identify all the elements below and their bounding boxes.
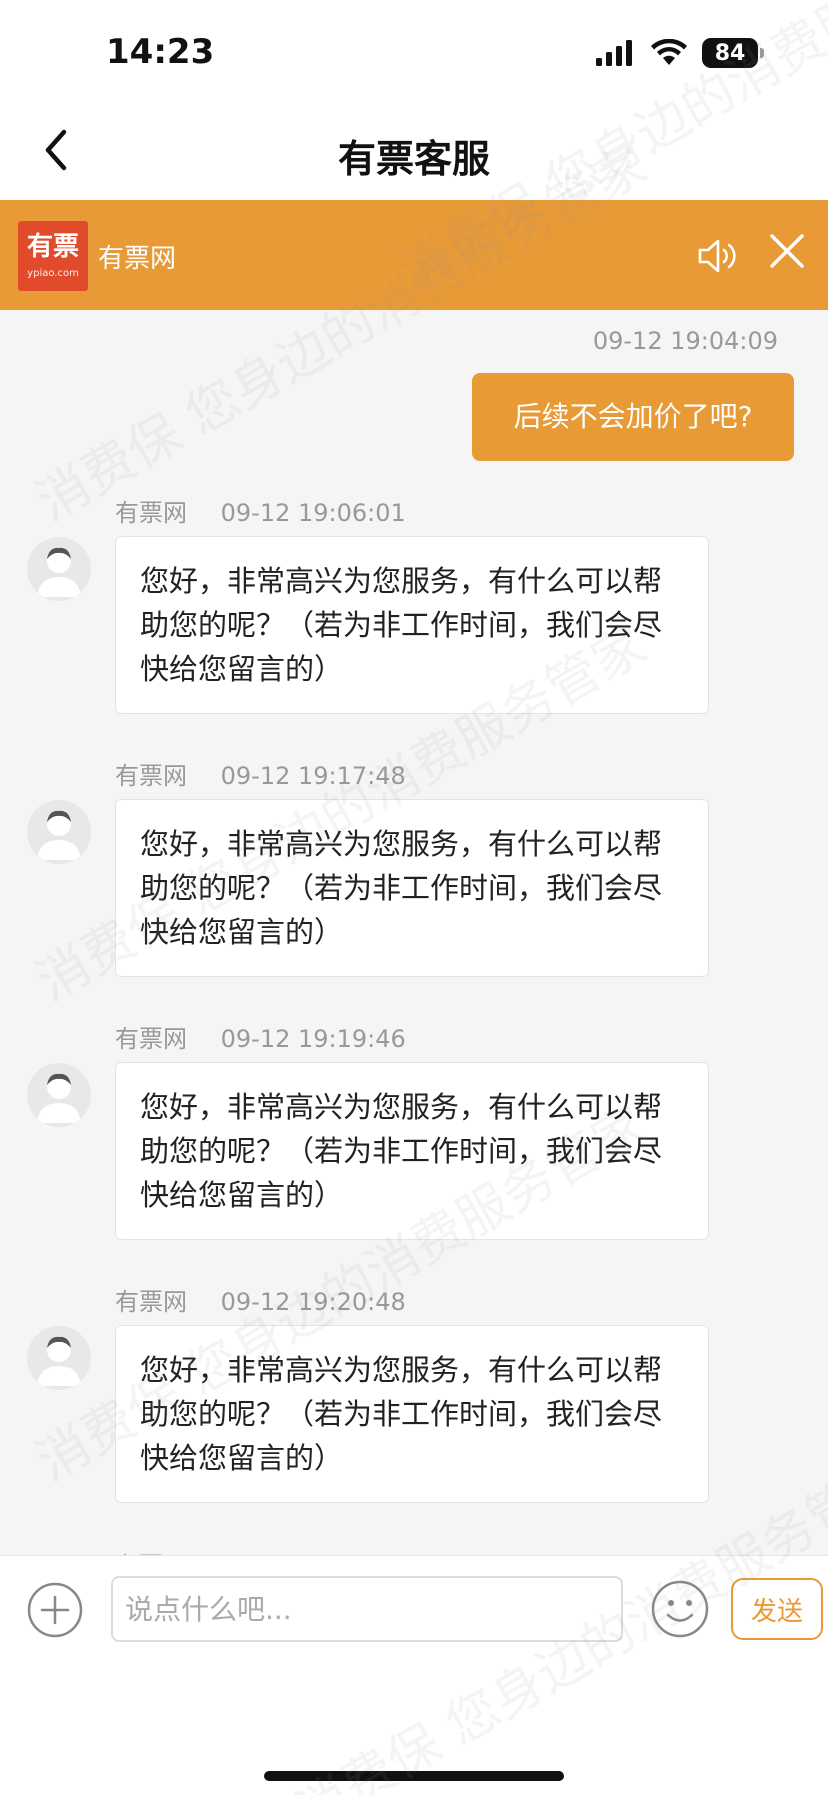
status-icons: 84 — [596, 38, 764, 68]
own-message-bubble[interactable]: 后续不会加价了吧? — [472, 373, 794, 461]
reply-message: 有票网 09-12 19:17:48 您好，非常高兴为您服务，有什么可以帮助您的… — [0, 756, 828, 986]
signal-icon — [596, 40, 632, 66]
avatar-person-icon — [37, 1336, 81, 1386]
send-button[interactable]: 发送 — [731, 1578, 823, 1640]
reply-meta: 有票网 09-12 19:19:46 — [115, 1019, 406, 1054]
reply-bubble[interactable]: 您好，非常高兴为您服务，有什么可以帮助您的呢？（若为非工作时间，我们会尽快给您留… — [115, 536, 709, 714]
reply-sender: 有票网 — [115, 1288, 187, 1316]
message-input[interactable] — [111, 1576, 623, 1642]
avatar-person-icon — [37, 810, 81, 860]
reply-time: 09-12 19:20:48 — [220, 1288, 406, 1316]
home-indicator[interactable] — [264, 1771, 564, 1781]
wifi-icon — [651, 39, 687, 65]
reply-time: 09-12 19:19:46 — [220, 1025, 406, 1053]
avatar[interactable] — [27, 1063, 91, 1127]
reply-message: 有票网 09-12 19:06:01 您好，非常高兴为您服务，有什么可以帮助您的… — [0, 493, 828, 723]
reply-meta: 有票网 09-12 19:06:01 — [115, 493, 406, 528]
reply-bubble[interactable]: 您好，非常高兴为您服务，有什么可以帮助您的呢？（若为非工作时间，我们会尽快给您留… — [115, 1062, 709, 1240]
reply-sender: 有票网 — [115, 762, 187, 790]
speaker-icon[interactable] — [694, 233, 740, 279]
avatar-person-icon — [37, 1073, 81, 1123]
reply-message: 有票网 09-12 19:20:48 您好，非常高兴为您服务，有什么可以帮助您的… — [0, 1282, 828, 1512]
input-bar: 发送 — [0, 1555, 828, 1796]
chat-area[interactable]: 09-12 19:04:09 后续不会加价了吧? 有票网 09-12 19:06… — [0, 310, 828, 1555]
status-time: 14:23 — [106, 32, 215, 72]
reply-meta: 有票网 09-12 19:20:48 — [115, 1282, 406, 1317]
reply-bubble[interactable]: 您好，非常高兴为您服务，有什么可以帮助您的呢？（若为非工作时间，我们会尽快给您留… — [115, 1325, 709, 1503]
reply-bubble[interactable]: 您好，非常高兴为您服务，有什么可以帮助您的呢？（若为非工作时间，我们会尽快给您留… — [115, 799, 709, 977]
plus-circle-icon[interactable] — [26, 1581, 84, 1639]
avatar[interactable] — [27, 800, 91, 864]
reply-message: 有票网 09-12 19:19:46 您好，非常高兴为您服务，有什么可以帮助您的… — [0, 1019, 828, 1249]
reply-time: 09-12 19:17:48 — [220, 762, 406, 790]
reply-sender: 有票网 — [115, 1025, 187, 1053]
reply-time: 09-12 19:06:01 — [220, 499, 406, 527]
avatar[interactable] — [27, 1326, 91, 1390]
merchant-name: 有票网 — [98, 244, 177, 274]
page-title: 有票客服 — [337, 137, 490, 181]
merchant-logo-sub: ypiao.com — [27, 268, 79, 279]
nav-bar: 有票客服 — [0, 100, 828, 200]
merchant-logo-text: 有票 — [26, 232, 79, 262]
close-icon[interactable] — [766, 230, 808, 272]
merchant-banner: 有票 ypiao.com 有票网 — [0, 200, 828, 310]
next-reply-sender: 有票网 — [115, 1546, 187, 1555]
own-message-time: 09-12 19:04:09 — [592, 327, 778, 355]
avatar[interactable] — [27, 537, 91, 601]
merchant-logo: 有票 ypiao.com — [18, 221, 88, 291]
battery-icon: 84 — [702, 38, 764, 68]
reply-sender: 有票网 — [115, 499, 187, 527]
status-bar: 14:23 84 — [0, 0, 828, 100]
smiley-icon[interactable] — [650, 1579, 710, 1639]
avatar-person-icon — [37, 547, 81, 597]
reply-meta: 有票网 09-12 19:17:48 — [115, 756, 406, 791]
